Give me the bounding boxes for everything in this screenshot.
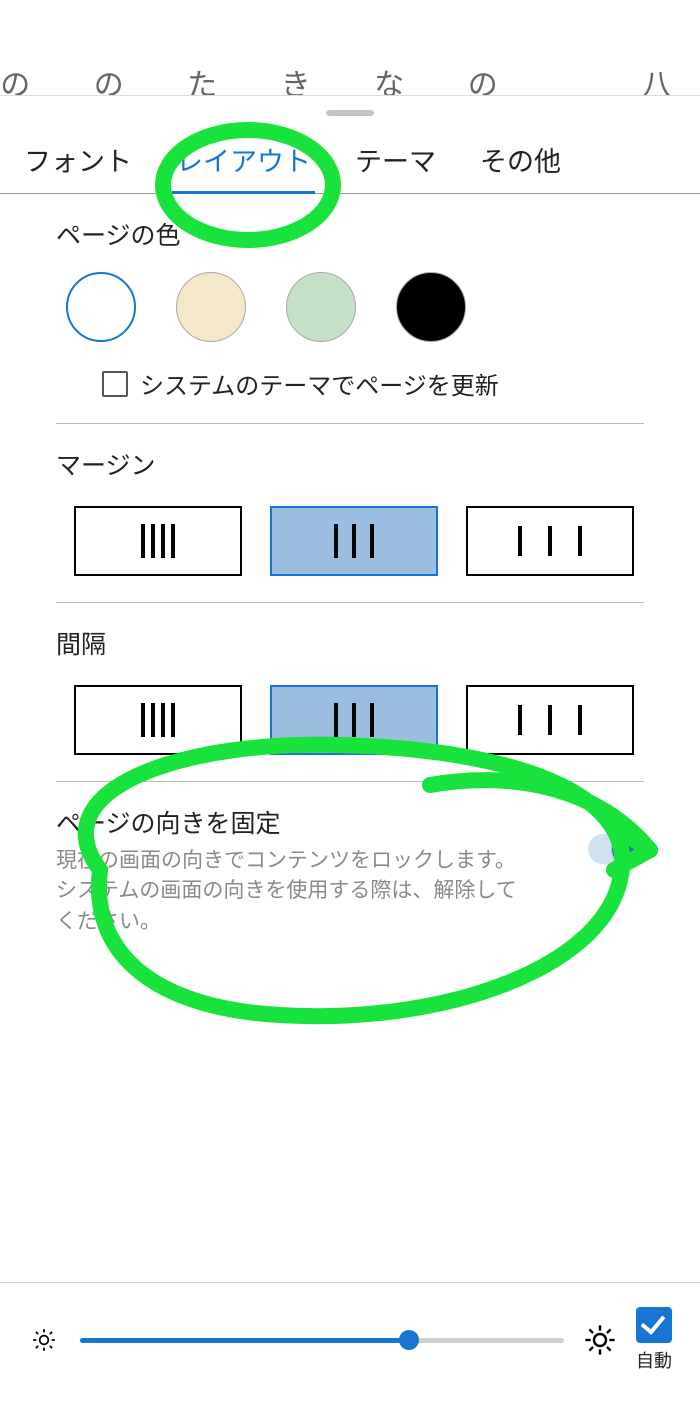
swatch-white[interactable] — [66, 272, 136, 342]
system-theme-checkbox[interactable] — [102, 371, 128, 397]
lock-orientation-desc: 現在の画面の向きでコンテンツをロックします。システムの画面の向きを使用する際は、… — [56, 846, 526, 937]
brightness-auto-label: 自動 — [636, 1347, 672, 1373]
swatch-green[interactable] — [286, 272, 356, 342]
swatch-black[interactable] — [396, 272, 466, 342]
toggle-knob-icon — [612, 832, 646, 866]
drag-handle-icon[interactable] — [326, 110, 374, 116]
brightness-high-icon — [584, 1324, 616, 1356]
margin-wide[interactable] — [466, 506, 634, 576]
page-color-title: ページの色 — [56, 216, 644, 252]
tab-other[interactable]: その他 — [476, 134, 565, 193]
system-theme-row: システムのテーマでページを更新 — [56, 360, 644, 423]
spacing-medium[interactable] — [270, 685, 438, 755]
system-theme-label: システムのテーマでページを更新 — [140, 366, 499, 401]
tab-font[interactable]: フォント — [20, 134, 136, 193]
brightness-fill — [80, 1338, 409, 1343]
section-page-color: ページの色 システムのテーマでページを更新 — [0, 194, 700, 423]
spacing-title: 間隔 — [56, 625, 644, 661]
brightness-auto-checkbox[interactable] — [636, 1307, 672, 1343]
tab-theme[interactable]: テーマ — [351, 134, 440, 193]
brightness-slider[interactable] — [80, 1330, 564, 1350]
tab-layout[interactable]: レイアウト — [172, 134, 315, 193]
lock-orientation-toggle[interactable] — [588, 834, 644, 864]
section-spacing: 間隔 — [0, 603, 700, 781]
lock-orientation-title: ページの向きを固定 — [56, 804, 526, 840]
tab-bar: フォント レイアウト テーマ その他 — [0, 134, 700, 194]
spacing-tight[interactable] — [74, 685, 242, 755]
margin-medium[interactable] — [270, 506, 438, 576]
spacing-options — [56, 675, 644, 781]
brightness-low-icon — [28, 1324, 60, 1356]
page-color-swatches — [56, 266, 644, 360]
lock-orientation-text: ページの向きを固定 現在の画面の向きでコンテンツをロックします。システムの画面の… — [56, 804, 526, 937]
margin-options — [56, 496, 644, 602]
settings-sheet: フォント レイアウト テーマ その他 ページの色 システムのテーマでページを更新… — [0, 95, 700, 1401]
lock-orientation-row: ページの向きを固定 現在の画面の向きでコンテンツをロックします。システムの画面の… — [0, 782, 700, 937]
margin-narrow[interactable] — [74, 506, 242, 576]
section-margin: マージン — [0, 424, 700, 602]
brightness-thumb-icon — [399, 1330, 419, 1350]
swatch-sepia[interactable] — [176, 272, 246, 342]
spacing-loose[interactable] — [466, 685, 634, 755]
brightness-auto: 自動 — [636, 1307, 672, 1373]
margin-title: マージン — [56, 446, 644, 482]
brightness-bar: 自動 — [0, 1282, 700, 1373]
